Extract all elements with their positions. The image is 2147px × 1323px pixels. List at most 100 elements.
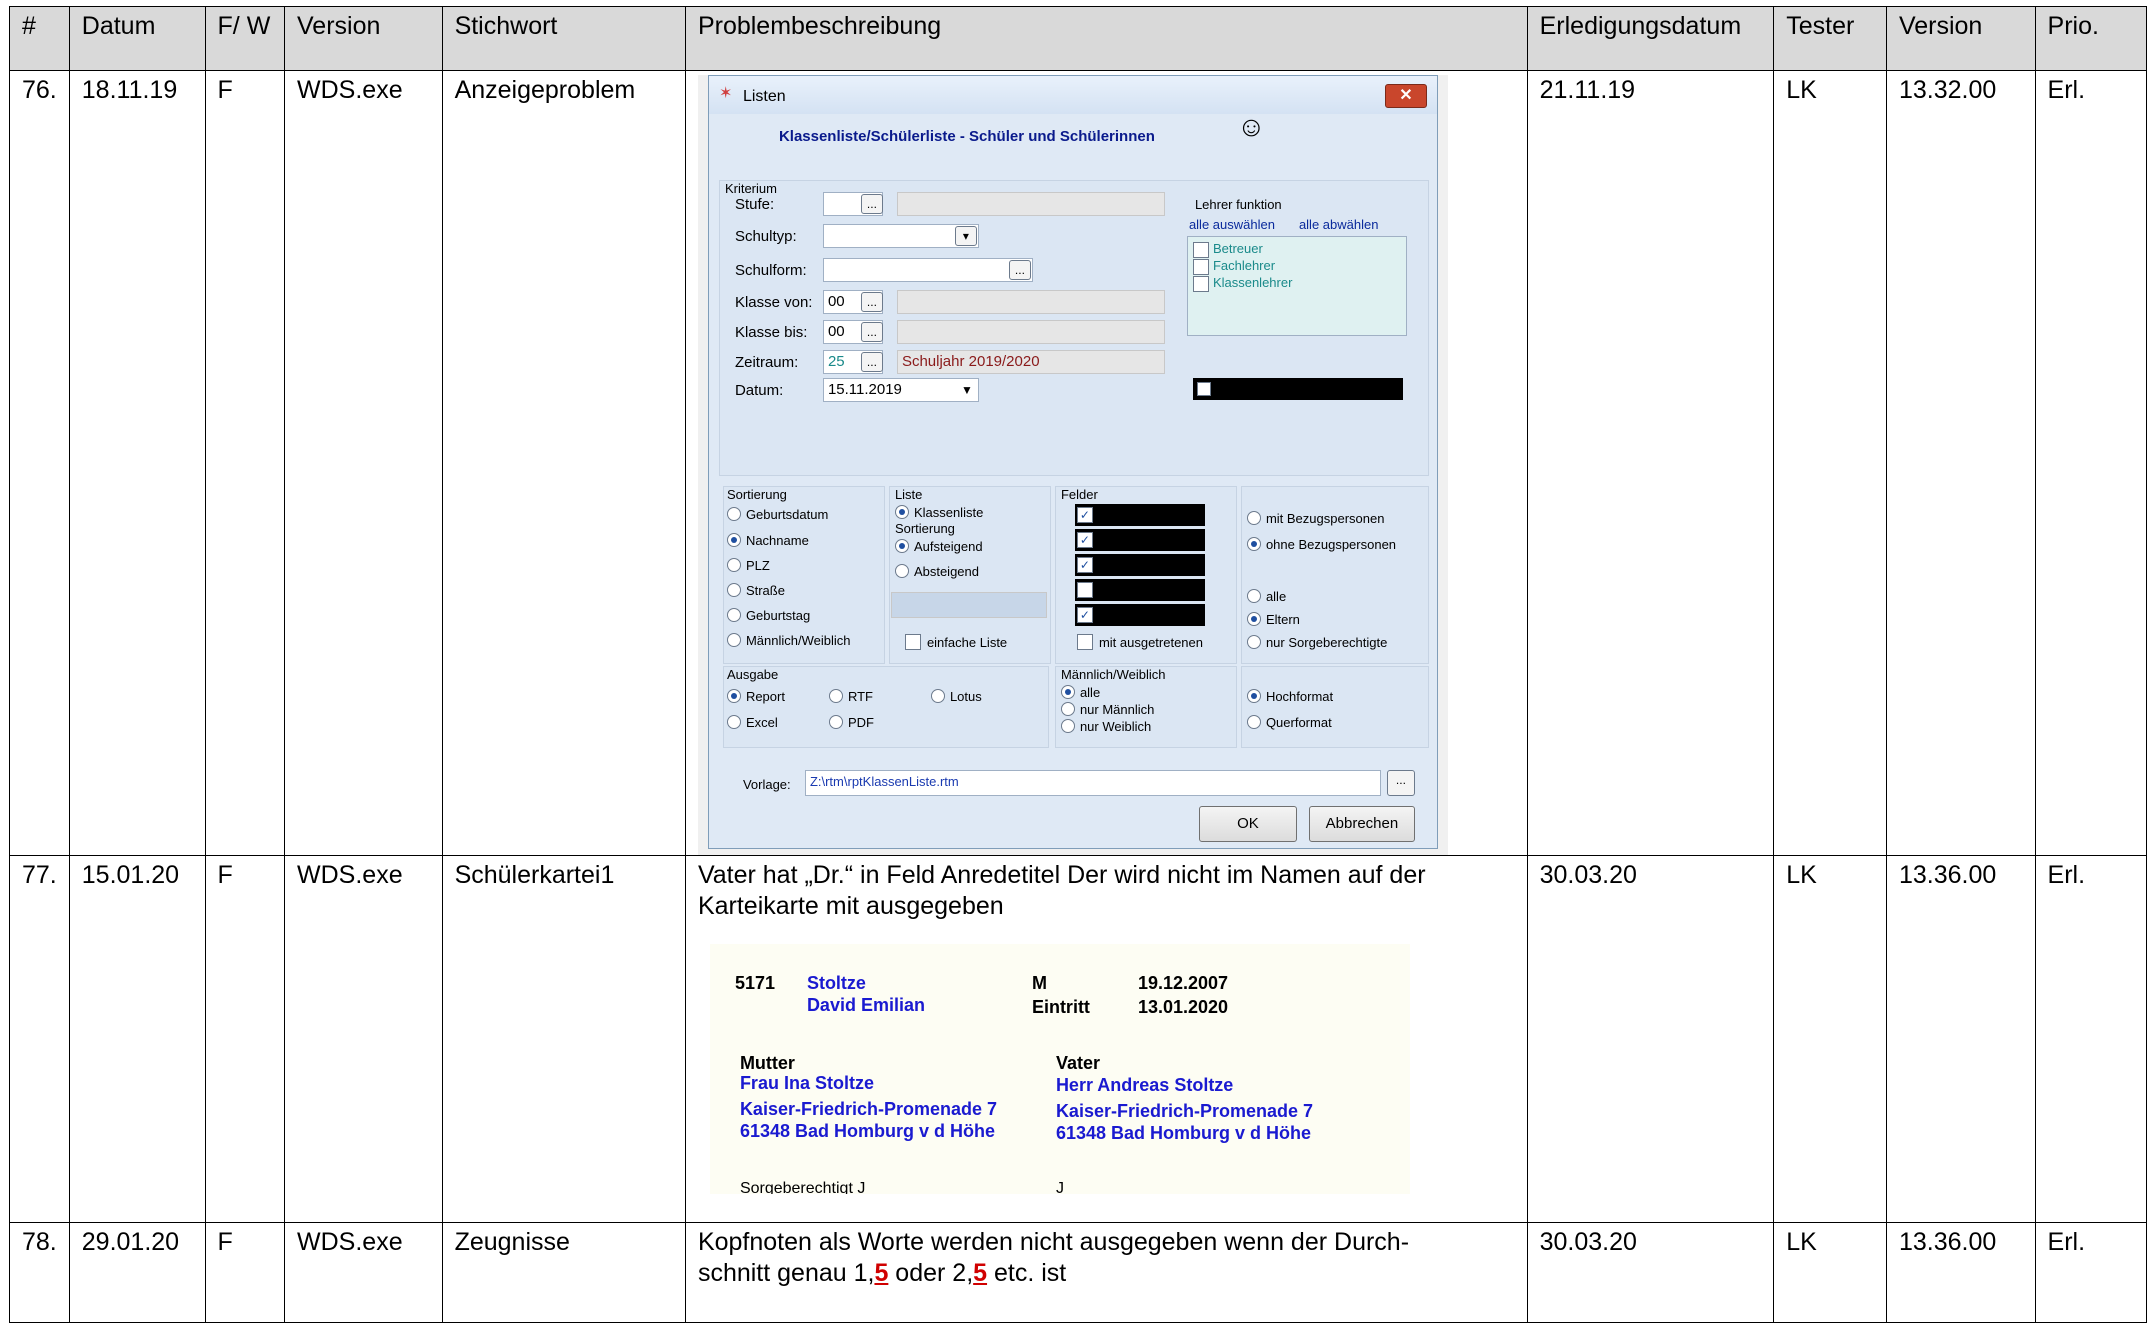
einfache-liste-checkbox[interactable] xyxy=(904,634,921,650)
nur-sorge-radio[interactable]: nur Sorgeberechtigte xyxy=(1246,634,1387,651)
col-header-erledigungsdatum: Erledigungsdatum xyxy=(1526,6,1775,71)
schulform-field[interactable] xyxy=(822,258,1033,282)
feld-checkbox[interactable] xyxy=(1076,582,1093,598)
lotus-radio[interactable]: Lotus xyxy=(930,688,982,705)
klasse-von-lookup-button[interactable]: ... xyxy=(860,292,883,312)
chevron-down-icon[interactable]: ▼ xyxy=(961,382,973,399)
abbrechen-button[interactable]: Abbrechen xyxy=(1308,806,1415,842)
sort-plz-radio[interactable]: PLZ xyxy=(726,557,770,574)
problem-text-part: schnitt genau 1, xyxy=(697,1259,875,1287)
cell-problembeschreibung: Kopfnoten als Worte werden nicht ausgege… xyxy=(684,1222,1528,1323)
ohne-bezug-radio[interactable]: ohne Bezugspersonen xyxy=(1246,536,1396,553)
header-row: # Datum F/ W Version Stichwort Problembe… xyxy=(9,6,2147,71)
klasse-bis-text xyxy=(896,320,1165,344)
card-eintritt-date: 13.01.2020 xyxy=(1137,997,1229,1017)
cell-version: WDS.exe xyxy=(284,855,443,1223)
radio-label: Report xyxy=(745,689,785,704)
cell-version2: 13.36.00 xyxy=(1885,855,2036,1223)
redacted-field xyxy=(1074,529,1205,551)
cell-problembeschreibung: Vater hat „Dr.“ in Feld Anredetitel Der … xyxy=(684,855,1528,1223)
alle-auswaehlen-link[interactable]: alle auswählen xyxy=(1189,216,1275,233)
redacted-field xyxy=(1192,378,1403,400)
sort-strasse-radio[interactable]: Straße xyxy=(726,582,785,599)
cell-nr: 78. xyxy=(9,1222,70,1323)
feld-checkbox[interactable]: ✓ xyxy=(1076,557,1093,573)
querformat-radio[interactable]: Querformat xyxy=(1246,714,1332,731)
sort-geburtstag-radio[interactable]: Geburtstag xyxy=(726,607,811,624)
mit-ausgetretenen-label: mit ausgetretenen xyxy=(1098,635,1204,650)
radio-label: Absteigend xyxy=(913,564,979,579)
radio-label: Lotus xyxy=(949,689,982,704)
eltern-radio[interactable]: Eltern xyxy=(1246,611,1300,628)
klassenlehrer-checkbox[interactable] xyxy=(1192,276,1209,292)
fachlehrer-checkbox[interactable] xyxy=(1192,259,1209,275)
redacted-checkbox[interactable] xyxy=(1196,382,1211,396)
card-mutter-ort: 61348 Bad Homburg v d Höhe xyxy=(739,1121,995,1141)
col-header-tester: Tester xyxy=(1773,6,1887,71)
card-geb: 19.12.2007 xyxy=(1137,973,1229,993)
hochformat-radio[interactable]: Hochformat xyxy=(1246,688,1333,705)
rtf-radio[interactable]: RTF xyxy=(828,688,873,705)
col-header-problembeschreibung: Problembeschreibung xyxy=(684,6,1528,71)
radio-label: Geburtsdatum xyxy=(745,507,829,522)
vorlage-field[interactable]: Z:\rtm\rptKlassenListe.rtm xyxy=(804,770,1381,796)
mit-bezug-radio[interactable]: mit Bezugspersonen xyxy=(1246,510,1384,527)
radio-label: Geburtstag xyxy=(745,608,811,623)
nur-weiblich-radio[interactable]: nur Weiblich xyxy=(1060,718,1151,735)
sort-mw-radio[interactable]: Männlich/Weiblich xyxy=(726,632,850,649)
radio-label: Nachname xyxy=(745,533,809,548)
radio-label: Straße xyxy=(745,583,785,598)
card-name1: Stoltze xyxy=(806,973,866,993)
dialog-titlebar: ✶ Listen ✕ xyxy=(708,76,1437,114)
redacted-field xyxy=(1074,504,1205,526)
radio-label: Aufsteigend xyxy=(913,539,983,554)
absteigend-radio[interactable]: Absteigend xyxy=(894,563,979,580)
feld-checkbox[interactable]: ✓ xyxy=(1076,607,1093,623)
stufe-lookup-button[interactable]: ... xyxy=(860,194,883,214)
cell-fw: F xyxy=(204,1222,286,1323)
cell-problembeschreibung: ✶ Listen ✕ Klassenliste/Schülerliste - S… xyxy=(684,70,1528,856)
kriterium-label: Kriterium xyxy=(724,181,777,196)
cell-erledigungsdatum: 30.03.20 xyxy=(1526,855,1775,1223)
vorlage-browse-button[interactable]: ... xyxy=(1386,770,1415,796)
excel-radio[interactable]: Excel xyxy=(726,714,778,731)
feld-checkbox[interactable]: ✓ xyxy=(1076,532,1093,548)
zeitraum-lookup-button[interactable]: ... xyxy=(860,352,883,372)
radio-label: nur Männlich xyxy=(1079,702,1155,717)
problem-text-line1: Kopfnoten als Worte werden nicht ausgege… xyxy=(697,1228,1410,1256)
nur-maennlich-radio[interactable]: nur Männlich xyxy=(1060,701,1155,718)
table-row: 77. 15.01.20 F WDS.exe Schülerkartei1 Va… xyxy=(9,855,2147,1223)
betreuer-checkbox[interactable] xyxy=(1192,242,1209,258)
lehrer-item: Fachlehrer xyxy=(1212,258,1276,273)
stufe-text xyxy=(896,192,1165,216)
report-radio[interactable]: Report xyxy=(726,688,785,705)
mit-ausgetretenen-checkbox[interactable] xyxy=(1076,634,1093,650)
datum-field[interactable]: 15.11.2019 xyxy=(822,378,979,402)
alle-abwaehlen-link[interactable]: alle abwählen xyxy=(1299,216,1379,233)
pdf-radio[interactable]: PDF xyxy=(828,714,874,731)
table-row: 76. 18.11.19 F WDS.exe Anzeigeproblem ✶ … xyxy=(9,70,2147,856)
cell-tester: LK xyxy=(1773,855,1887,1223)
schulform-lookup-button[interactable]: ... xyxy=(1008,260,1031,280)
ok-button[interactable]: OK xyxy=(1198,806,1297,842)
close-icon[interactable]: ✕ xyxy=(1384,84,1427,108)
aufsteigend-radio[interactable]: Aufsteigend xyxy=(894,538,983,555)
feld-checkbox[interactable]: ✓ xyxy=(1076,507,1093,523)
card-vater-str: Kaiser-Friedrich-Promenade 7 xyxy=(1055,1101,1314,1121)
col-header-version: Version xyxy=(284,6,443,71)
mw-alle-radio[interactable]: alle xyxy=(1060,684,1100,701)
chevron-down-icon[interactable]: ▾ xyxy=(954,226,977,246)
radio-label: PLZ xyxy=(745,558,770,573)
liste-empty-field xyxy=(890,592,1047,618)
sort-nachname-radio[interactable]: Nachname xyxy=(726,532,809,549)
klassenliste-radio[interactable]: Klassenliste xyxy=(894,504,983,521)
stufe-label: Stufe: xyxy=(734,196,775,213)
cell-stichwort: Anzeigeproblem xyxy=(441,70,686,856)
klasse-bis-lookup-button[interactable]: ... xyxy=(860,322,883,342)
lehrer-funktion-label: Lehrer funktion xyxy=(1194,197,1282,212)
cell-version2: 13.32.00 xyxy=(1885,70,2036,856)
alle-radio[interactable]: alle xyxy=(1246,588,1286,605)
sort-geburtsdatum-radio[interactable]: Geburtsdatum xyxy=(726,506,829,523)
table-row: 78. 29.01.20 F WDS.exe Zeugnisse Kopfnot… xyxy=(9,1222,2147,1323)
karteikarte-screenshot: 5171 Stoltze David Emilian M 19.12.2007 … xyxy=(709,944,1410,1194)
